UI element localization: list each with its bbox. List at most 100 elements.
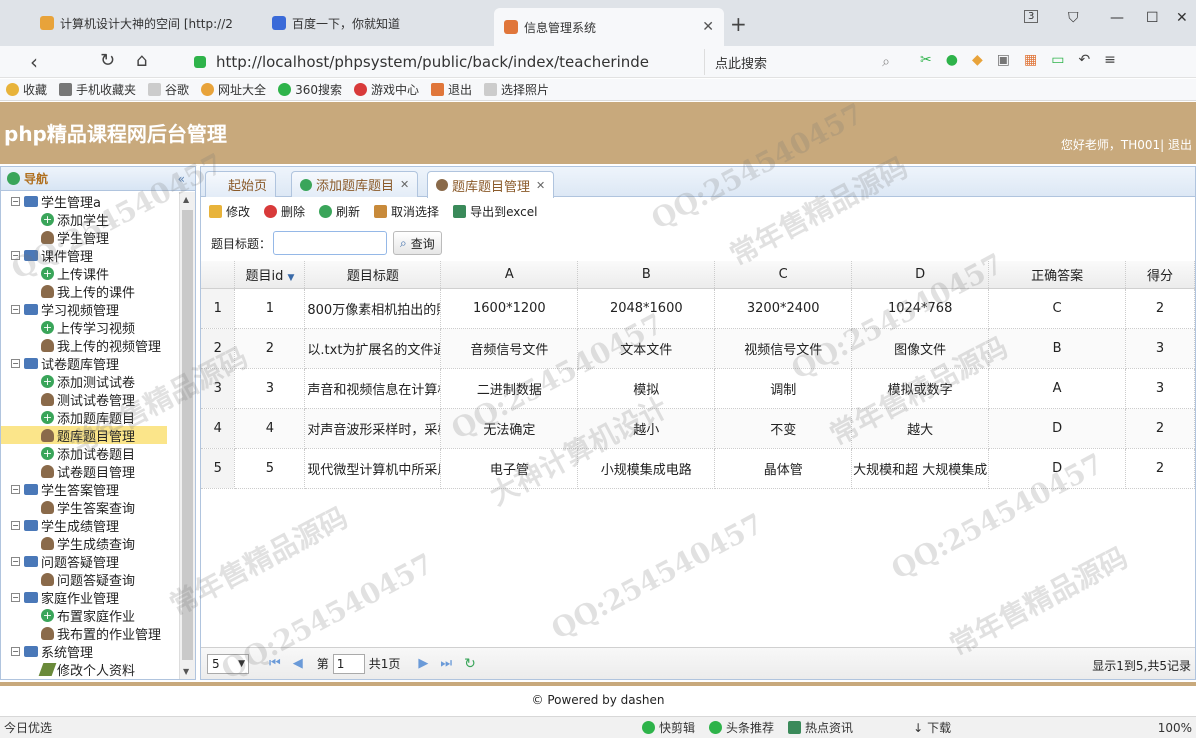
col-header-a[interactable]: A	[440, 261, 579, 289]
bookmark-google[interactable]: 谷歌	[148, 81, 189, 98]
bookmark-photos[interactable]: 选择照片	[484, 81, 549, 98]
bookmark-logout[interactable]: 退出	[430, 81, 472, 98]
table-row[interactable]: 1 1 800万像素相机拍出的照 1600*1200 2048*1600 3200*240…	[201, 288, 1195, 329]
collapse-toggle-icon[interactable]: −	[11, 250, 20, 260]
close-tab-icon[interactable]: ✕	[694, 19, 714, 35]
user-greeting[interactable]: 您好老师，TH001| 退出	[1061, 136, 1192, 153]
nav-scrollbar[interactable]: ▲ ▼	[179, 192, 195, 679]
next-page-button[interactable]: ▶	[418, 656, 428, 671]
status-zoom[interactable]: 100%	[1158, 721, 1192, 735]
search-button[interactable]: ⌕ 查询	[393, 231, 442, 255]
undo-icon[interactable]: ↶	[1078, 52, 1090, 68]
browser-tab-3-active[interactable]: 信息管理系统 ✕	[494, 8, 724, 46]
maximize-button[interactable]: ☐	[1146, 10, 1159, 26]
last-page-button[interactable]: ⏭	[440, 656, 452, 671]
today-picks[interactable]: 今日优选	[4, 719, 52, 736]
nav-item[interactable]: 我上传的视频管理	[1, 336, 179, 355]
status-quick-edit[interactable]: 快剪辑	[642, 719, 695, 736]
col-header-id[interactable]: 题目id ▼	[234, 261, 306, 289]
nav-item[interactable]: 学生成绩查询	[1, 534, 179, 553]
nav-item[interactable]: + 添加题库题目	[1, 408, 179, 427]
menu-icon[interactable]: ≡	[1104, 52, 1116, 68]
col-header-d[interactable]: D	[851, 261, 990, 289]
close-tab-icon[interactable]: ✕	[400, 178, 409, 191]
battery-icon[interactable]: ▭	[1051, 52, 1064, 68]
collapse-toggle-icon[interactable]: −	[11, 304, 20, 314]
shirt-icon[interactable]: ⛉	[1068, 10, 1079, 26]
col-header-score[interactable]: 得分	[1125, 261, 1195, 289]
scroll-thumb[interactable]	[182, 210, 193, 660]
close-tab-icon[interactable]: ✕	[536, 179, 545, 192]
bookmark-favorites[interactable]: 收藏	[6, 81, 47, 98]
bookmark-360[interactable]: 360搜索	[278, 81, 342, 98]
collapse-toggle-icon[interactable]: −	[11, 556, 20, 566]
new-tab-button[interactable]: +	[730, 12, 747, 36]
nav-group[interactable]: − 学生管理a	[1, 192, 179, 211]
home-button[interactable]: ⌂	[136, 50, 147, 71]
nav-item[interactable]: + 添加学生	[1, 210, 179, 229]
nav-group[interactable]: − 学生答案管理	[1, 480, 179, 499]
tab-add-question[interactable]: 添加题库题目 ✕	[291, 171, 419, 197]
table-row[interactable]: 4 4 对声音波形采样时，采样 无法确定 越小 不变 越大 D 2	[201, 408, 1195, 449]
close-window-button[interactable]: ✕	[1176, 10, 1188, 26]
shield-icon[interactable]: ◆	[972, 52, 983, 68]
reload-button[interactable]: ↻	[100, 50, 115, 71]
nav-group[interactable]: − 家庭作业管理	[1, 588, 179, 607]
nav-group[interactable]: − 系统管理	[1, 642, 179, 661]
back-button[interactable]: ‹	[30, 50, 38, 74]
tab-count-badge[interactable]: 3	[1024, 10, 1039, 23]
page-number-input[interactable]: 1	[332, 653, 365, 674]
collapse-toggle-icon[interactable]: −	[11, 484, 20, 494]
tab-start-page[interactable]: 起始页	[205, 171, 277, 197]
collapse-toggle-icon[interactable]: −	[11, 592, 20, 602]
nav-item[interactable]: + 添加测试试卷	[1, 372, 179, 391]
search-field[interactable]: 点此搜索 ⌕	[704, 49, 900, 75]
nav-item[interactable]: 学生管理	[1, 228, 179, 247]
url-field[interactable]: http://localhost/phpsystem/public/back/i…	[186, 49, 696, 75]
nav-item[interactable]: 我上传的课件	[1, 282, 179, 301]
nav-group[interactable]: − 学生成绩管理	[1, 516, 179, 535]
nav-item[interactable]: 测试试卷管理	[1, 390, 179, 409]
nav-item[interactable]: 修改个人资料	[1, 660, 179, 679]
tab-question-manage[interactable]: 题库题目管理 ✕	[427, 171, 555, 198]
col-header-c[interactable]: C	[714, 261, 853, 289]
col-header-title[interactable]: 题目标题	[304, 261, 442, 289]
prev-page-button[interactable]: ◀	[293, 656, 303, 671]
nav-item[interactable]: 我布置的作业管理	[1, 624, 179, 643]
scissors-icon[interactable]: ✂	[920, 52, 932, 68]
search-icon[interactable]: ⌕	[882, 54, 890, 70]
status-headlines[interactable]: 头条推荐	[709, 719, 774, 736]
bookmark-games[interactable]: 游戏中心	[353, 81, 419, 98]
translate-icon[interactable]: ●	[946, 52, 958, 68]
scroll-up-icon[interactable]: ▲	[183, 195, 189, 204]
title-filter-input[interactable]	[273, 231, 388, 255]
export-excel-button[interactable]: 导出到excel	[453, 203, 537, 220]
bookmark-mobile[interactable]: 手机收藏夹	[59, 81, 136, 98]
collapse-toggle-icon[interactable]: −	[11, 520, 20, 530]
collapse-toggle-icon[interactable]: −	[11, 358, 20, 368]
status-download[interactable]: ↓ 下载	[913, 719, 951, 736]
collapse-icon[interactable]: «	[178, 172, 185, 186]
col-header-answer[interactable]: 正确答案	[988, 261, 1126, 289]
collapse-toggle-icon[interactable]: −	[11, 196, 20, 206]
nav-item[interactable]: + 添加试卷题目	[1, 444, 179, 463]
page-size-select[interactable]: 5 ▼	[207, 653, 249, 674]
nav-group[interactable]: − 学习视频管理	[1, 300, 179, 319]
status-hot-news[interactable]: 热点资讯	[788, 719, 853, 736]
col-header-b[interactable]: B	[577, 261, 716, 289]
nav-item[interactable]: + 布置家庭作业	[1, 606, 179, 625]
browser-tab-1[interactable]: 计算机设计大神的空间 [http://2	[30, 8, 260, 38]
bookmark-hao[interactable]: 网址大全	[201, 81, 266, 98]
screenshot-icon[interactable]: ▣	[997, 52, 1010, 68]
nav-group[interactable]: − 课件管理	[1, 246, 179, 265]
table-row[interactable]: 3 3 声音和视频信息在计算机 二进制数据 模拟 调制 模拟或数字 A 3	[201, 368, 1195, 409]
nav-item[interactable]: 题库题目管理	[1, 426, 167, 445]
nav-item[interactable]: 问题答疑查询	[1, 570, 179, 589]
nav-group[interactable]: − 问题答疑管理	[1, 552, 179, 571]
refresh-icon[interactable]: ↻	[464, 656, 476, 672]
nav-item[interactable]: + 上传课件	[1, 264, 179, 283]
table-row[interactable]: 5 5 现代微型计算机中所采用 电子管 小规模集成电路 晶体管 大规模和超 大规模集成 D 2	[201, 448, 1195, 489]
nav-item[interactable]: + 上传学习视频	[1, 318, 179, 337]
nav-item[interactable]: 试卷题目管理	[1, 462, 179, 481]
refresh-button[interactable]: 刷新	[319, 203, 360, 220]
